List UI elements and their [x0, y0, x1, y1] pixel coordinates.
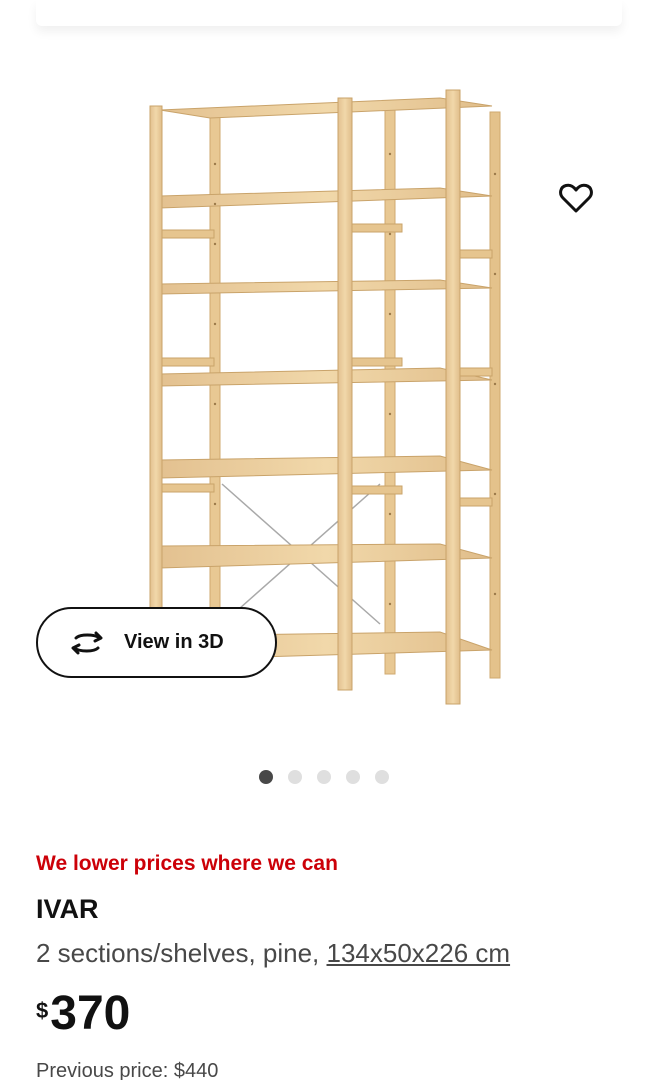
rotate-arrows-icon [68, 629, 108, 657]
product-description: 2 sections/shelves, pine, 134x50x226 cm [36, 938, 510, 969]
promo-text: We lower prices where we can [36, 852, 338, 875]
gallery-dot-4[interactable] [346, 770, 360, 784]
previous-price: Previous price: $440 [36, 1060, 219, 1080]
product-image-gallery[interactable]: View in 3D [0, 60, 648, 760]
top-header-bar [36, 0, 622, 26]
price-currency: $ [36, 998, 49, 1023]
view-in-3d-label: View in 3D [124, 631, 224, 653]
heart-outline-icon [559, 183, 593, 213]
gallery-dot-2[interactable] [288, 770, 302, 784]
gallery-dot-1[interactable] [259, 770, 273, 784]
product-description-text: 2 sections/shelves, pine, [36, 938, 327, 968]
product-dimensions-link[interactable]: 134x50x226 cm [327, 938, 511, 968]
price-amount: 370 [50, 987, 131, 1040]
product-price: $ 370 [36, 988, 130, 1040]
favorite-button[interactable] [552, 174, 600, 222]
gallery-dot-5[interactable] [375, 770, 389, 784]
view-in-3d-button[interactable]: View in 3D [36, 607, 277, 678]
gallery-pagination [0, 768, 648, 786]
gallery-dot-3[interactable] [317, 770, 331, 784]
product-name: IVAR [36, 894, 99, 924]
